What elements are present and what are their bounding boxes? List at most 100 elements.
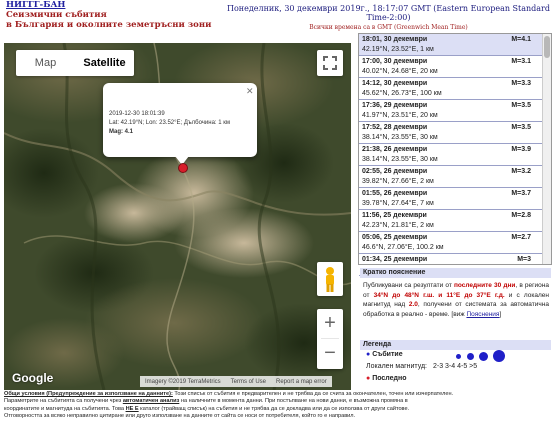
legend-latest-label: Последно (372, 375, 407, 382)
event-list-item[interactable]: 17:52, 28 декември M=3.5 38.14°N, 23.55°E,… (359, 122, 551, 144)
event-magnitude: M=2.8 (511, 212, 531, 219)
google-logo: Google (12, 371, 54, 385)
event-list-item[interactable]: 01:55, 26 декември M=3.7 39.78°N, 27.64°E,… (359, 188, 551, 210)
event-dot-icon: ● (366, 351, 371, 358)
event-location: 46.6°N, 27.06°E, 100.2 км (362, 244, 444, 251)
explanation-part5: ] (499, 310, 502, 318)
event-magnitude: M=3.5 (511, 102, 531, 109)
explanation-period: последните 30 дни (453, 282, 516, 289)
event-datetime: 17:00, 30 декември (362, 58, 428, 65)
event-location: 39.78°N, 27.64°E, 7 км (362, 200, 434, 207)
zoom-control: + − (317, 309, 343, 369)
event-list-item[interactable]: 14:12, 30 декември M=3.3 45.62°N, 26.73°E,… (359, 78, 551, 100)
site-title-line2: в България и околните земетръсни зони (6, 20, 212, 30)
fullscreen-icon (323, 56, 337, 70)
map-type-map-button[interactable]: Map (16, 50, 75, 76)
legend-magnitude-scale: 2-3 3-4 4-5 >5 (432, 363, 478, 370)
map-attribution: Imagery ©2019 TerraMetrics Terms of Use … (140, 376, 332, 387)
event-datetime: 14:12, 30 декември (362, 80, 428, 87)
event-datetime: 11:56, 25 декември (362, 212, 427, 219)
zoom-in-button[interactable]: + (317, 309, 343, 338)
event-datetime: 02:55, 26 декември (362, 168, 428, 175)
legend-magnitude-row: Локален магнитуд: 2-3 3-4 4-5 >5 (366, 363, 477, 370)
site-title: Сеизмични събития в България и околните … (6, 10, 226, 30)
footer-terms-title[interactable]: Общи условия (Предупреждение за използва… (4, 391, 173, 397)
explanation-link[interactable]: Пояснения (466, 311, 499, 318)
magnitude-dot-over-5-icon (493, 350, 505, 362)
legend-title: Легенда (360, 340, 551, 350)
event-location: 41.97°N, 23.51°E, 20 км (362, 112, 438, 119)
event-list-item[interactable]: 17:00, 30 декември M=3.1 40.02°N, 24.68°E,… (359, 56, 551, 78)
footer-line2b: на наличните в момента данни. При постъп… (179, 398, 408, 405)
legend-magnitude-label: Локален магнитуд: (366, 363, 428, 370)
epicenter-marker[interactable] (178, 163, 188, 173)
event-datetime: 21:38, 26 декември (362, 146, 428, 153)
footer-line1: Общи условия (Предупреждение за използва… (4, 391, 552, 398)
event-list-scrollbar[interactable] (542, 34, 551, 264)
fullscreen-button[interactable] (317, 50, 343, 76)
event-datetime: 17:36, 29 декември (362, 102, 428, 109)
close-icon[interactable]: ✕ (246, 86, 254, 97)
event-datetime: 18:01, 30 декември (362, 36, 428, 43)
event-datetime: 01:55, 26 декември (362, 190, 428, 197)
event-list-item[interactable]: 02:55, 26 декември M=3.2 39.82°N, 27.66°E,… (359, 166, 551, 188)
event-datetime: 05:06, 25 декември (362, 234, 428, 241)
site-header: НИГГГ-БАН Сеизмични събития в България и… (6, 0, 226, 30)
org-link[interactable]: НИГГГ-БАН (6, 0, 226, 10)
event-magnitude: M=3.1 (511, 58, 531, 65)
map-type-satellite-button[interactable]: Satellite (75, 50, 134, 76)
event-magnitude: M=3.2 (511, 168, 531, 175)
footer-line4: Отговорността за всяко неправилно цитира… (4, 413, 356, 420)
footer-line2a: Параметрите на събитията са получени чре… (4, 398, 123, 405)
map-view[interactable]: Map Satellite + − 2019-12-30 18:01:39 La… (4, 43, 351, 390)
explanation-min-magnitude: 2.0 (408, 301, 418, 309)
event-magnitude: M=3 (517, 256, 531, 263)
event-location: 39.82°N, 27.66°E, 2 км (362, 178, 434, 185)
event-magnitude: M=3.3 (511, 80, 531, 87)
disclaimer-footer: Общи условия (Предупреждение за използва… (4, 391, 552, 421)
gmt-note: Всички времена са в GMT (Greenwich Mean … (309, 24, 468, 31)
zoom-out-button[interactable]: − (317, 339, 343, 368)
info-coords: Lat: 42.19°N; Lon: 23.52°E; Дълбочина: 1… (109, 120, 231, 126)
footer-auto-analysis: автоматичен анализ (122, 398, 180, 405)
event-info-window: 2019-12-30 18:01:39 Lat: 42.19°N; Lon: 2… (103, 83, 257, 157)
explanation-title: Кратко пояснение (360, 268, 551, 278)
latest-event-icon: ● (366, 375, 371, 382)
scrollbar-thumb[interactable] (544, 36, 550, 58)
street-view-pegman-button[interactable] (317, 262, 343, 296)
magnitude-dot-3-4-icon (467, 353, 474, 360)
event-location: 40.02°N, 24.68°E, 20 км (362, 68, 438, 75)
explanation-text: Публикувани са резултати от последните 3… (363, 281, 549, 319)
event-location: 42.23°N, 21.81°E, 2 км (362, 222, 434, 229)
event-magnitude: M=3.9 (511, 146, 531, 153)
legend-latest-row: ● Последно (366, 375, 407, 382)
event-location: 38.14°N, 23.55°E, 30 км (362, 156, 438, 163)
event-list-item[interactable]: 18:01, 30 декември M=4.1 42.19°N, 23.52°E,… (359, 34, 551, 56)
event-magnitude: M=2.7 (511, 234, 531, 241)
event-rows: 18:01, 30 декември M=4.1 42.19°N, 23.52°E,… (359, 34, 551, 276)
current-datetime: Понеделник, 30 декември 2019г., 18:17:07… (226, 4, 550, 22)
terms-link[interactable]: Terms of Use (226, 379, 271, 385)
footer-line3a: координатите и магнитуда на събитията. Т… (4, 405, 126, 412)
report-map-error-link[interactable]: Report a map error (271, 379, 332, 385)
footer-not-catalog: НЕ Е (125, 405, 139, 412)
event-magnitude: M=3.5 (511, 124, 531, 131)
datetime-header: Понеделник, 30 декември 2019г., 18:17:07… (226, 4, 551, 31)
info-mag: Mag: 4.1 (109, 129, 134, 135)
event-datetime: 01:34, 25 декември (362, 256, 428, 263)
event-list-item[interactable]: 05:06, 25 декември M=2.7 46.6°N, 27.06°E, … (359, 232, 551, 254)
magnitude-dot-4-5-icon (479, 352, 488, 361)
event-list-item[interactable]: 11:56, 25 декември M=2.8 42.23°N, 21.81°E,… (359, 210, 551, 232)
event-list-item[interactable]: 17:36, 29 декември M=3.5 41.97°N, 23.51°E,… (359, 100, 551, 122)
event-location: 38.14°N, 23.55°E, 30 км (362, 134, 438, 141)
event-datetime: 17:52, 28 декември (362, 124, 428, 131)
event-list-item[interactable]: 21:38, 26 декември M=3.9 38.14°N, 23.55°E,… (359, 144, 551, 166)
explanation-part1: Публикувани са резултати от (363, 282, 454, 289)
magnitude-dot-2-3-icon (456, 354, 461, 359)
footer-line1-text: Този списък от събития е предварителен и… (172, 391, 454, 397)
event-list[interactable]: 18:01, 30 декември M=4.1 42.19°N, 23.52°E,… (358, 33, 552, 276)
info-datetime: 2019-12-30 18:01:39 (109, 111, 165, 117)
imagery-credit: Imagery ©2019 TerraMetrics (145, 378, 221, 385)
footer-line3b: каталог (трайващ списък) на събития и не… (138, 405, 410, 412)
footer-line2: Параметрите на събитията са получени чре… (4, 398, 552, 405)
